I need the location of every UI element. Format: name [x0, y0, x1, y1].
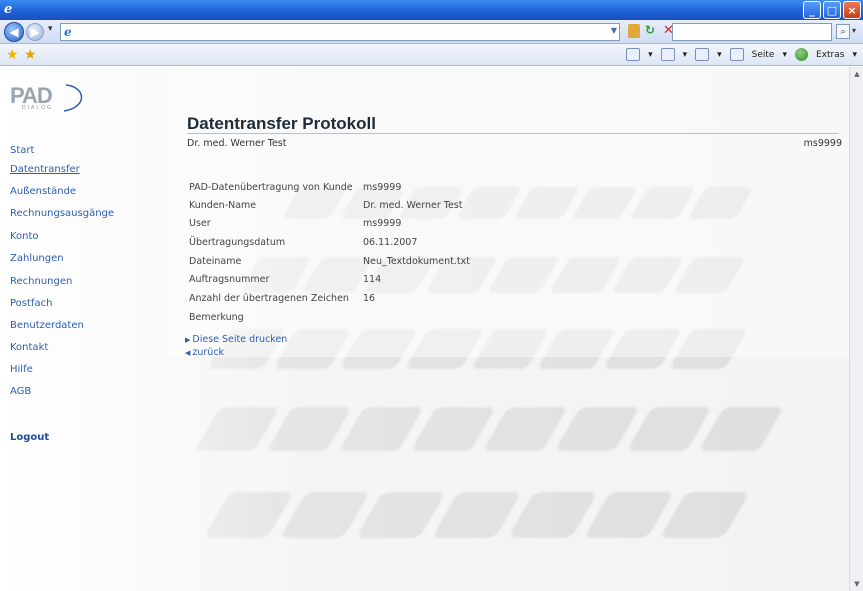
customer-name: Dr. med. Werner Test: [187, 138, 287, 149]
detail-value: 114: [363, 274, 382, 285]
minimize-button[interactable]: _: [803, 1, 821, 19]
vertical-scrollbar[interactable]: ▲ ▼: [849, 67, 863, 591]
command-bar: ★ ★ ▾ ▾ ▾ Seite ▾ Extras ▾: [0, 44, 863, 66]
detail-label: PAD-Datenübertragung von Kunde: [189, 182, 353, 193]
page-title: Datentransfer Protokoll: [187, 114, 376, 133]
window-titlebar: e _ □ ×: [0, 0, 863, 20]
feeds-icon[interactable]: [660, 48, 675, 61]
back-label: zurück: [192, 347, 225, 358]
search-input[interactable]: [672, 23, 832, 41]
scroll-down-icon[interactable]: ▼: [850, 577, 863, 591]
lock-icon[interactable]: [628, 24, 640, 38]
detail-label: Bemerkung: [189, 312, 244, 323]
detail-value: 06.11.2007: [363, 237, 418, 248]
favorites-star-icon[interactable]: ★: [6, 47, 19, 63]
address-input[interactable]: e ▼: [60, 23, 620, 41]
detail-value: ms9999: [363, 182, 402, 193]
detail-label: Dateiname: [189, 256, 242, 267]
address-toolbar: ◀ ▶ ▾ e ▼ ↻ ✕ ⌕ ▾: [0, 20, 863, 44]
extras-icon[interactable]: [795, 48, 809, 61]
add-favorites-icon[interactable]: ★: [24, 47, 37, 63]
close-button[interactable]: ×: [843, 1, 861, 19]
sidebar-item-rechnungen[interactable]: Rechnungen: [10, 276, 72, 287]
pad-dialog-logo[interactable]: PAD DIALOG: [10, 83, 110, 113]
sidebar-item-start[interactable]: Start: [10, 145, 34, 156]
page-content: PAD DIALOG Start Datentransfer Außenstän…: [0, 67, 849, 591]
user-id: ms9999: [803, 138, 842, 149]
logo-swoosh: [63, 84, 83, 112]
detail-label: Anzahl der übertragenen Zeichen: [189, 293, 349, 304]
detail-value: 16: [363, 293, 376, 304]
sidebar-item-rechnungsausgaenge[interactable]: Rechnungsausgänge: [10, 208, 114, 219]
command-bar-tools: ▾ ▾ ▾ Seite ▾ Extras ▾: [626, 48, 857, 61]
window-controls: _ □ ×: [803, 1, 861, 19]
sidebar-item-kontakt[interactable]: Kontakt: [10, 342, 48, 353]
detail-value: Neu_Textdokument.txt: [363, 256, 470, 267]
sidebar-item-konto[interactable]: Konto: [10, 231, 39, 242]
sidebar-item-hilfe[interactable]: Hilfe: [10, 364, 33, 375]
print-page-link[interactable]: ▶ Diese Seite drucken: [185, 334, 287, 345]
home-icon[interactable]: [626, 48, 641, 61]
detail-value: Dr. med. Werner Test: [363, 200, 463, 211]
logo-subtitle: DIALOG: [22, 105, 53, 111]
print-page-label: Diese Seite drucken: [192, 334, 288, 345]
keyboard-background-image: [0, 67, 849, 591]
sidebar-item-aussenstaende[interactable]: Außenstände: [10, 186, 76, 197]
sidebar-item-zahlungen[interactable]: Zahlungen: [10, 253, 64, 264]
sidebar-item-postfach[interactable]: Postfach: [10, 298, 52, 309]
sidebar-item-datentransfer[interactable]: Datentransfer: [10, 164, 80, 175]
page-menu-icon[interactable]: [729, 48, 744, 61]
detail-label: Übertragungsdatum: [189, 237, 286, 248]
print-icon[interactable]: [695, 48, 710, 61]
scroll-up-icon[interactable]: ▲: [850, 67, 863, 81]
detail-label: User: [189, 218, 211, 229]
sidebar-item-benutzerdaten[interactable]: Benutzerdaten: [10, 320, 84, 331]
search-dropdown-icon[interactable]: ▾: [852, 26, 856, 35]
forward-button[interactable]: ▶: [26, 23, 44, 41]
page-icon: e: [64, 25, 72, 39]
arrow-left-icon: ◀: [185, 349, 191, 357]
title-divider: [187, 133, 839, 134]
back-link[interactable]: ◀ zurück: [185, 347, 224, 358]
detail-label: Auftragsnummer: [189, 274, 270, 285]
address-dropdown-icon[interactable]: ▼: [611, 26, 617, 35]
arrow-right-icon: ▶: [185, 336, 191, 344]
search-icon[interactable]: ⌕: [836, 24, 850, 39]
refresh-icon[interactable]: ↻: [645, 23, 661, 39]
logout-link[interactable]: Logout: [10, 432, 49, 443]
back-button[interactable]: ◀: [4, 22, 24, 42]
extras-menu-button[interactable]: Extras: [816, 50, 844, 60]
detail-label: Kunden-Name: [189, 200, 257, 211]
ie-icon: e: [4, 2, 13, 17]
sidebar-item-agb[interactable]: AGB: [10, 386, 31, 397]
detail-value: ms9999: [363, 218, 402, 229]
page-menu-button[interactable]: Seite: [752, 50, 775, 60]
history-dropdown-icon[interactable]: ▾: [48, 24, 53, 34]
maximize-button[interactable]: □: [823, 1, 841, 19]
